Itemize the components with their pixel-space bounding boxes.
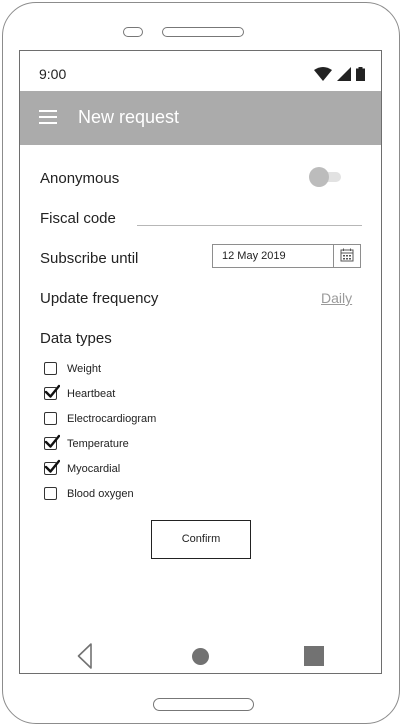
signal-icon [337,67,351,81]
front-camera [123,27,143,37]
data-types-list: Weight Heartbeat Electrocardiogram Temperat… [44,356,156,506]
home-circle-icon[interactable] [192,648,209,665]
status-bar: 9:00 [20,51,381,91]
checkmark-icon [44,434,60,448]
date-value: 12 May 2019 [222,250,286,262]
calendar-button[interactable] [334,245,360,267]
fiscal-code-input[interactable] [137,209,362,226]
data-type-item[interactable]: Myocardial [44,456,156,481]
page-title: New request [78,107,180,127]
app-bar: New request [20,91,381,145]
data-types-label: Data types [40,330,112,347]
anonymous-toggle[interactable] [309,167,353,187]
data-type-label: Weight [67,362,102,375]
data-type-item[interactable]: Electrocardiogram [44,406,156,431]
checkbox-unchecked[interactable] [44,487,57,500]
wifi-icon [314,67,332,81]
status-time: 9:00 [39,66,67,82]
calendar-icon [340,248,354,262]
data-type-item[interactable]: Blood oxygen [44,481,156,506]
data-type-label: Myocardial [67,462,121,475]
confirm-button[interactable]: Confirm [151,520,251,559]
checkbox-unchecked[interactable] [44,412,57,425]
recent-square-icon[interactable] [304,646,324,666]
data-type-item[interactable]: Weight [44,356,156,381]
data-type-label: Blood oxygen [67,487,134,500]
checkbox-unchecked[interactable] [44,362,57,375]
top-speaker [162,27,244,37]
data-type-label: Electrocardiogram [67,412,157,425]
back-triangle-icon[interactable] [77,643,93,669]
status-icons [314,67,365,81]
bottom-speaker [153,698,254,711]
subscribe-until-label: Subscribe until [40,250,139,267]
subscribe-date-field[interactable]: 12 May 2019 [212,244,361,268]
checkmark-icon [44,384,60,398]
data-type-label: Temperature [67,437,129,450]
data-type-item[interactable]: Temperature [44,431,156,456]
data-type-label: Heartbeat [67,387,116,400]
battery-icon [356,67,365,81]
screen: 9:00 New request Anonymous Fiscal code S… [19,50,382,674]
checkbox-checked[interactable] [44,384,60,400]
data-type-item[interactable]: Heartbeat [44,381,156,406]
hamburger-menu-icon[interactable] [39,110,57,124]
anonymous-label: Anonymous [40,170,120,187]
checkmark-icon [44,459,60,473]
toggle-knob [309,167,329,187]
fiscal-code-label: Fiscal code [40,210,116,227]
frequency-select[interactable]: Daily [321,290,352,306]
update-frequency-label: Update frequency [40,290,159,307]
checkbox-checked[interactable] [44,459,60,475]
checkbox-checked[interactable] [44,434,60,450]
